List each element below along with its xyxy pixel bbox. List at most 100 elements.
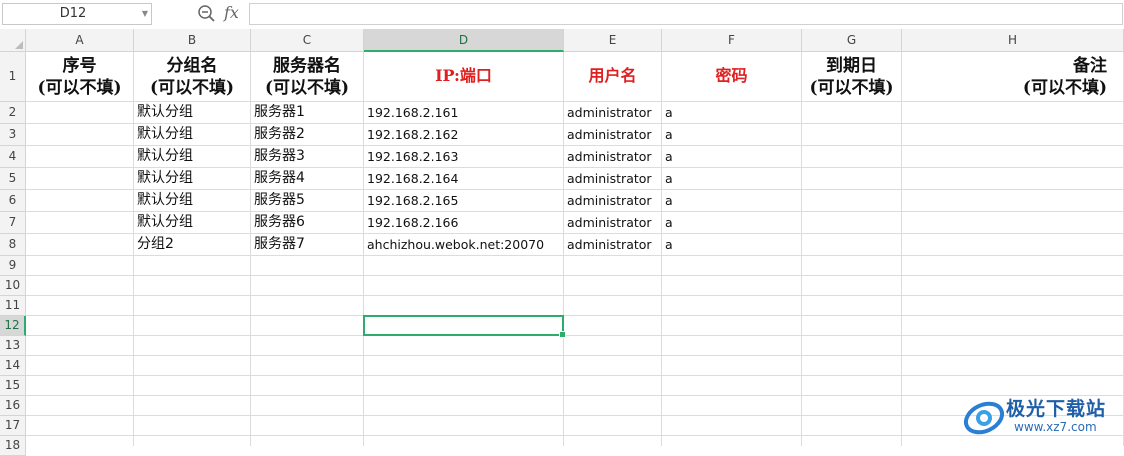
cell-f7[interactable]: a	[662, 212, 802, 234]
cell-b12[interactable]	[134, 316, 251, 336]
cell-h13[interactable]	[902, 336, 1124, 356]
row-header-18[interactable]: 18	[0, 436, 26, 456]
cell-a4[interactable]	[26, 146, 134, 168]
cell-d2[interactable]: 192.168.2.161	[364, 102, 564, 124]
cell-b8[interactable]: 分组2	[134, 234, 251, 256]
cell-f16[interactable]	[662, 396, 802, 416]
cell-e9[interactable]	[564, 256, 662, 276]
header-cell-g[interactable]: 到期日 (可以不填)	[802, 52, 902, 102]
cell-h11[interactable]	[902, 296, 1124, 316]
cell-g11[interactable]	[802, 296, 902, 316]
cell-a11[interactable]	[26, 296, 134, 316]
column-header-e[interactable]: E	[564, 29, 662, 52]
cell-d10[interactable]	[364, 276, 564, 296]
cell-c9[interactable]	[251, 256, 364, 276]
cell-f8[interactable]: a	[662, 234, 802, 256]
header-cell-h[interactable]: 备注 (可以不填)	[902, 52, 1124, 102]
header-cell-e[interactable]: 用户名	[564, 52, 662, 102]
cell-f10[interactable]	[662, 276, 802, 296]
cell-f13[interactable]	[662, 336, 802, 356]
fill-handle[interactable]	[559, 331, 566, 338]
row-header-3[interactable]: 3	[0, 124, 26, 146]
cell-b4[interactable]: 默认分组	[134, 146, 251, 168]
cell-c16[interactable]	[251, 396, 364, 416]
cell-f14[interactable]	[662, 356, 802, 376]
cell-c14[interactable]	[251, 356, 364, 376]
cell-h6[interactable]	[902, 190, 1124, 212]
cell-f6[interactable]: a	[662, 190, 802, 212]
header-cell-c[interactable]: 服务器名 (可以不填)	[251, 52, 364, 102]
row-header-2[interactable]: 2	[0, 102, 26, 124]
cell-a8[interactable]	[26, 234, 134, 256]
cell-e13[interactable]	[564, 336, 662, 356]
cell-c18[interactable]	[251, 436, 364, 446]
row-header-9[interactable]: 9	[0, 256, 26, 276]
cell-e5[interactable]: administrator	[564, 168, 662, 190]
cell-e15[interactable]	[564, 376, 662, 396]
cell-e7[interactable]: administrator	[564, 212, 662, 234]
zoom-out-icon[interactable]	[197, 4, 217, 24]
cell-a10[interactable]	[26, 276, 134, 296]
row-header-8[interactable]: 8	[0, 234, 26, 256]
cell-g4[interactable]	[802, 146, 902, 168]
header-cell-f[interactable]: 密码	[662, 52, 802, 102]
cell-d4[interactable]: 192.168.2.163	[364, 146, 564, 168]
cell-c15[interactable]	[251, 376, 364, 396]
cell-f2[interactable]: a	[662, 102, 802, 124]
column-header-d[interactable]: D	[364, 29, 564, 52]
cell-e14[interactable]	[564, 356, 662, 376]
row-header-4[interactable]: 4	[0, 146, 26, 168]
cell-c8[interactable]: 服务器7	[251, 234, 364, 256]
row-header-17[interactable]: 17	[0, 416, 26, 436]
cell-c17[interactable]	[251, 416, 364, 436]
cell-b13[interactable]	[134, 336, 251, 356]
cell-c7[interactable]: 服务器6	[251, 212, 364, 234]
cell-d7[interactable]: 192.168.2.166	[364, 212, 564, 234]
cell-g3[interactable]	[802, 124, 902, 146]
cell-b2[interactable]: 默认分组	[134, 102, 251, 124]
cell-e2[interactable]: administrator	[564, 102, 662, 124]
cell-f15[interactable]	[662, 376, 802, 396]
cell-e17[interactable]	[564, 416, 662, 436]
cell-d5[interactable]: 192.168.2.164	[364, 168, 564, 190]
cell-g6[interactable]	[802, 190, 902, 212]
column-header-g[interactable]: G	[802, 29, 902, 52]
column-header-c[interactable]: C	[251, 29, 364, 52]
cell-g10[interactable]	[802, 276, 902, 296]
column-header-f[interactable]: F	[662, 29, 802, 52]
cell-a12[interactable]	[26, 316, 134, 336]
cell-c6[interactable]: 服务器5	[251, 190, 364, 212]
cell-b17[interactable]	[134, 416, 251, 436]
cell-a13[interactable]	[26, 336, 134, 356]
cell-a2[interactable]	[26, 102, 134, 124]
cell-d18[interactable]	[364, 436, 564, 446]
cell-d16[interactable]	[364, 396, 564, 416]
cell-b14[interactable]	[134, 356, 251, 376]
cell-g18[interactable]	[802, 436, 902, 446]
cell-g12[interactable]	[802, 316, 902, 336]
cell-a18[interactable]	[26, 436, 134, 446]
cell-d13[interactable]	[364, 336, 564, 356]
cell-a6[interactable]	[26, 190, 134, 212]
select-all-triangle-icon[interactable]	[15, 41, 23, 49]
cell-c13[interactable]	[251, 336, 364, 356]
row-header-5[interactable]: 5	[0, 168, 26, 190]
cell-f3[interactable]: a	[662, 124, 802, 146]
cell-c11[interactable]	[251, 296, 364, 316]
cell-b15[interactable]	[134, 376, 251, 396]
cell-d8[interactable]: ahchizhou.webok.net:20070	[364, 234, 564, 256]
cell-g13[interactable]	[802, 336, 902, 356]
cell-b18[interactable]	[134, 436, 251, 446]
cell-b7[interactable]: 默认分组	[134, 212, 251, 234]
cell-d15[interactable]	[364, 376, 564, 396]
chevron-down-icon[interactable]: ▼	[142, 7, 148, 21]
cell-d6[interactable]: 192.168.2.165	[364, 190, 564, 212]
cell-h8[interactable]	[902, 234, 1124, 256]
column-header-a[interactable]: A	[26, 29, 134, 52]
cell-b16[interactable]	[134, 396, 251, 416]
cell-b10[interactable]	[134, 276, 251, 296]
cell-e8[interactable]: administrator	[564, 234, 662, 256]
cell-c12[interactable]	[251, 316, 364, 336]
cell-d9[interactable]	[364, 256, 564, 276]
cell-h14[interactable]	[902, 356, 1124, 376]
